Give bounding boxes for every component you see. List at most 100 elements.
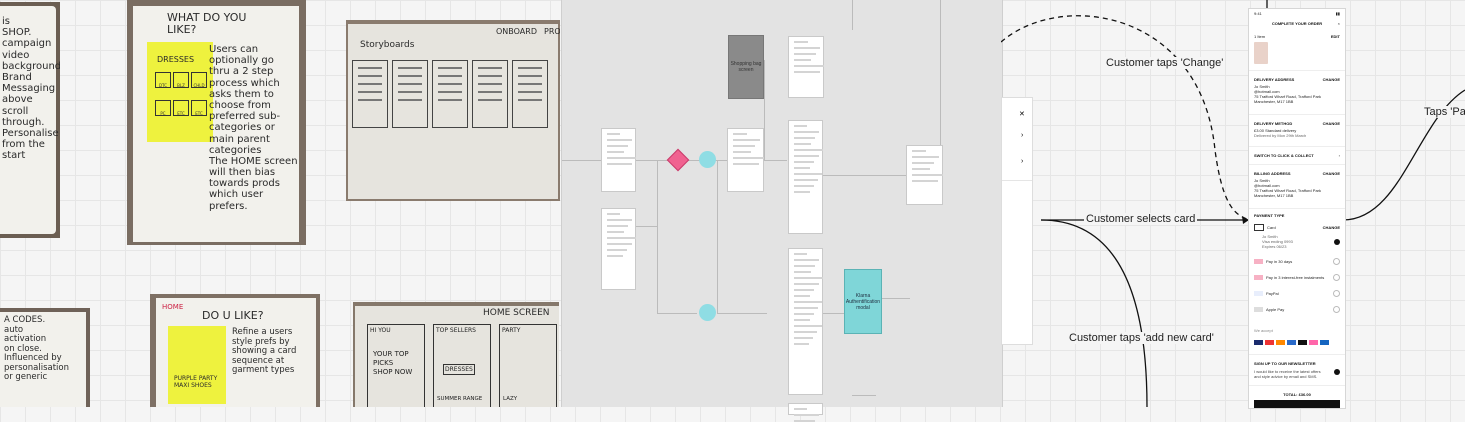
sketch-line: or generic — [4, 372, 48, 383]
connector-curves — [1001, 0, 1465, 407]
sketch-line: Brand — [2, 71, 32, 83]
storyboard-title: Storyboards — [360, 40, 415, 50]
sketch-line: optionally go — [209, 55, 274, 67]
card-option-label: Card — [1267, 225, 1276, 230]
sketch-line: Messaging — [2, 83, 56, 95]
product-thumbnail — [1254, 42, 1268, 64]
payment-option[interactable]: Pay in 3 interest-free instalments — [1249, 274, 1345, 281]
radio-button[interactable] — [1333, 290, 1340, 297]
sketch-header: WHAT DO YOU LIKE? — [167, 11, 247, 37]
klarna-modal-node[interactable]: Klarna Authentification modal — [844, 269, 882, 334]
sticky-line: MAXI SHOES — [174, 381, 212, 389]
screen-frame[interactable] — [788, 36, 824, 98]
card-expiry: Expires 06/23 — [1262, 244, 1287, 249]
home-sketch-lazy: LAZY — [503, 396, 518, 402]
screen-frame[interactable] — [788, 403, 823, 422]
sketch-line: choose from — [209, 99, 271, 111]
sticky-cell: CHLD — [191, 72, 207, 88]
card-icon — [1254, 224, 1264, 231]
close-icon[interactable]: × — [1338, 21, 1340, 26]
home-title: HOME SCREEN — [483, 308, 550, 318]
home-sketch-dresses: DRESSES — [443, 364, 475, 375]
partial-screen-frame[interactable]: ✕ › › — [1001, 97, 1033, 345]
sketch-line: categories — [209, 144, 262, 156]
screen-frame-tall[interactable] — [788, 120, 824, 234]
flow-node-circle[interactable] — [699, 304, 716, 321]
battery-icon: ▮▮ — [1335, 11, 1340, 16]
billing-address-heading: BILLING ADDRESS — [1254, 171, 1291, 176]
decision-diamond[interactable] — [666, 148, 690, 172]
chevron-right-icon[interactable]: › — [1021, 158, 1023, 165]
newsletter-check-icon[interactable] — [1334, 369, 1340, 375]
shopping-bag-screen-node[interactable]: Shopping bag screen — [728, 35, 764, 99]
sketch-line: video — [2, 49, 30, 61]
change-address-button[interactable]: CHANGE — [1323, 77, 1340, 82]
sticky-note: PURPLE PARTY MAXI SHOES — [168, 326, 226, 404]
photo-storyboards[interactable]: Storyboards ONBOARD PRO — [346, 20, 560, 201]
change-method-button[interactable]: CHANGE — [1323, 121, 1340, 126]
billing-line-2: Manchester, M17 1BB — [1254, 193, 1294, 198]
sketch-line: scroll — [2, 105, 29, 117]
sketch-line: is — [2, 16, 10, 27]
change-card-button[interactable]: CHANGE — [1323, 225, 1340, 230]
screen-frame[interactable] — [906, 145, 943, 205]
storyboard-panel — [432, 60, 468, 128]
sticky-cell: PC — [155, 100, 171, 116]
sticky-cell: BLZ — [173, 72, 189, 88]
radio-button[interactable] — [1333, 306, 1340, 313]
sketch-line: categories or — [209, 122, 275, 134]
status-time: 9:41 — [1254, 11, 1262, 16]
edit-items-button[interactable]: EDIT — [1331, 34, 1340, 39]
change-billing-button[interactable]: CHANGE — [1323, 171, 1340, 176]
photo-sketch-do-u-like[interactable]: HOME DO U LIKE? PURPLE PARTY MAXI SHOES R… — [150, 294, 320, 407]
payment-type-heading: PAYMENT TYPE — [1254, 213, 1285, 218]
sketch-line: asks them to — [209, 88, 274, 100]
screen-frame-tall[interactable] — [788, 248, 824, 395]
sticky-note-dresses: DRESSES DTC BLZ CHLD PC ETC ETC — [147, 42, 213, 142]
storyboard-tag: ONBOARD — [496, 27, 537, 36]
payment-option[interactable]: Pay in 30 days — [1249, 258, 1345, 265]
sketch-line: main parent — [209, 133, 270, 145]
sketch-line: above — [2, 94, 33, 106]
address-line-2: Manchester, M17 1BB — [1254, 99, 1294, 104]
photo-sketch-shop[interactable]: is SHOP. campaign video background. Brand Mess… — [0, 2, 60, 238]
page-title: COMPLETE YOUR ORDER — [1271, 20, 1323, 26]
close-icon[interactable]: ✕ — [1019, 110, 1025, 118]
payment-option[interactable]: Apple Pay — [1249, 306, 1345, 313]
switch-click-collect-button[interactable]: SWITCH TO CLICK & COLLECT — [1254, 153, 1314, 158]
sketch-text: A CODES. auto activation on close. Influence… — [4, 315, 90, 383]
connector-label-change: Customer taps 'Change' — [1104, 57, 1226, 69]
flow-node-circle[interactable] — [699, 151, 716, 168]
sketch-line: background. — [2, 60, 60, 72]
payment-logos — [1249, 337, 1345, 348]
payment-option-label: Pay in 3 interest-free instalments — [1266, 275, 1325, 280]
sketch-line: Users can — [209, 44, 259, 55]
selected-check-icon[interactable] — [1334, 238, 1340, 245]
chevron-right-icon[interactable]: › — [1021, 132, 1023, 139]
storyboard-panel — [472, 60, 508, 128]
newsletter-text: I would like to receive the latest offer… — [1254, 369, 1321, 379]
payment-option-label: Apple Pay — [1266, 307, 1285, 312]
photo-sketch-codes[interactable]: A CODES. auto activation on close. Influence… — [0, 308, 90, 407]
photo-home-screen[interactable]: HOME SCREEN HI YOU TOP SELLERS PARTY YOUR T… — [353, 302, 559, 407]
node-label: Shopping bag screen — [730, 61, 762, 73]
radio-button[interactable] — [1333, 258, 1340, 265]
payment-logo-icon — [1254, 259, 1263, 264]
photo-sketch-what-do-you-like[interactable]: WHAT DO YOU LIKE? DRESSES DTC BLZ CHLD PC ET… — [127, 0, 306, 245]
sketch-line: towards prods — [209, 178, 280, 190]
sketch-header: DO U LIKE? — [202, 309, 264, 322]
radio-button[interactable] — [1333, 274, 1340, 281]
checkout-phone-frame[interactable]: 9:41 ▮▮ COMPLETE YOUR ORDER × 1 Item EDIT … — [1248, 8, 1346, 409]
sketch-line: start — [2, 150, 26, 162]
flow-panel[interactable]: Shopping bag screen Klarna Authentificat… — [561, 0, 1003, 422]
we-accept-label: We accept — [1254, 328, 1273, 333]
payment-logo-icon — [1254, 307, 1263, 312]
pay-button[interactable] — [1254, 400, 1340, 408]
screen-frame[interactable] — [601, 128, 637, 192]
payment-option-label: Pay in 30 days — [1266, 259, 1293, 264]
screen-frame[interactable] — [727, 128, 764, 192]
screen-frame[interactable] — [601, 208, 637, 290]
payment-option[interactable]: PayPal — [1249, 290, 1345, 297]
sketch-line: through. — [2, 116, 45, 128]
sticky-cell: DTC — [155, 72, 171, 88]
